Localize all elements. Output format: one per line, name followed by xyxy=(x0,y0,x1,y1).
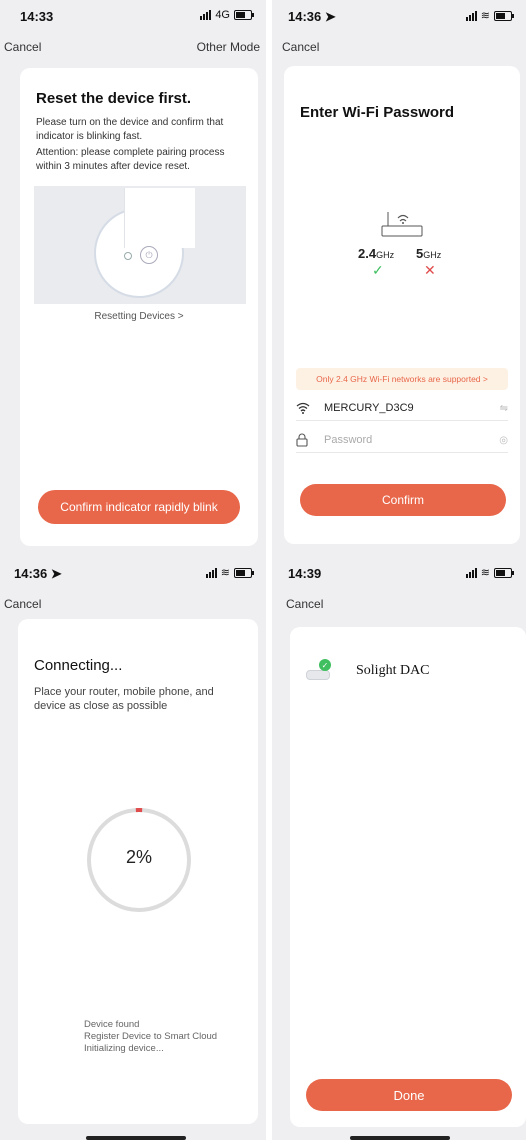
band-24: 2.4GHz xyxy=(358,246,394,261)
step-initializing: Initializing device... xyxy=(84,1043,164,1054)
cancel-button[interactable]: Cancel xyxy=(4,597,41,611)
checkmark-icon: ✓ xyxy=(372,262,384,278)
power-button-icon: ⏻ xyxy=(140,246,158,264)
wifi-icon xyxy=(296,402,316,414)
status-time: 14:36 ➤ xyxy=(14,566,62,581)
status-icons: 4G xyxy=(200,9,254,21)
band-24-unit: GHz xyxy=(376,250,395,260)
status-bar: 14:39 ≋ xyxy=(272,557,526,587)
band-5: 5GHz xyxy=(416,246,441,261)
connection-steps: Device found Register Device to Smart Cl… xyxy=(84,1019,254,1055)
battery-icon xyxy=(494,567,514,578)
device-thumbnail-icon: ✓ xyxy=(306,659,332,680)
resetting-devices-link[interactable]: Resetting Devices > xyxy=(20,311,258,322)
status-icons: ≋ xyxy=(205,566,254,579)
cancel-button[interactable]: Cancel xyxy=(286,597,323,611)
status-time: 14:33 xyxy=(20,9,54,24)
page-title: Connecting... xyxy=(34,657,123,674)
signal-icon xyxy=(200,10,212,20)
router-icon xyxy=(381,212,423,237)
reset-card: Reset the device first. Please turn on t… xyxy=(20,68,258,546)
indicator-light-icon xyxy=(124,252,132,260)
signal-icon xyxy=(465,10,477,21)
password-input[interactable]: Password xyxy=(324,434,372,446)
connecting-card: Connecting... Place your router, mobile … xyxy=(18,619,258,1124)
step-device-found: Device found xyxy=(84,1019,140,1030)
status-time: 14:36 ➤ xyxy=(288,9,336,24)
device-body xyxy=(124,188,195,248)
confirm-blink-button[interactable]: Confirm indicator rapidly blink xyxy=(38,490,240,524)
network-type: 4G xyxy=(215,9,230,21)
eye-icon[interactable]: ◎ xyxy=(499,435,508,446)
signal-icon xyxy=(465,567,477,578)
done-card: ✓ Solight DAC Done xyxy=(290,627,526,1127)
done-button[interactable]: Done xyxy=(306,1079,512,1111)
band-notice-banner[interactable]: Only 2.4 GHz Wi-Fi networks are supporte… xyxy=(296,368,508,390)
lock-icon xyxy=(296,433,316,447)
cross-icon: ✕ xyxy=(424,262,436,278)
status-bar: 14:36 ➤ ≋ xyxy=(0,557,266,587)
cancel-button[interactable]: Cancel xyxy=(282,40,319,54)
screen-reset-device: 14:33 4G Cancel Other Mode Reset the dev… xyxy=(0,0,266,555)
battery-icon xyxy=(494,10,514,21)
screen-done: 14:39 ≋ Cancel ✓ Solight DAC Done xyxy=(272,555,526,1140)
reset-attention: Attention: please complete pairing proce… xyxy=(36,147,225,172)
status-bar: 14:36 ➤ ≋ xyxy=(272,0,526,30)
battery-icon xyxy=(234,567,254,578)
status-icons: ≋ xyxy=(465,9,514,22)
signal-icon xyxy=(205,567,217,578)
reset-description: Please turn on the device and confirm th… xyxy=(36,117,224,142)
wifi-status-icon: ≋ xyxy=(220,567,230,579)
band-5-unit: GHz xyxy=(423,250,442,260)
wifi-card: Enter Wi-Fi Password 2.4GHz 5GHz ✓ ✕ Onl… xyxy=(284,66,520,544)
confirm-button[interactable]: Confirm xyxy=(300,484,506,516)
password-row[interactable]: Password ◎ xyxy=(296,428,508,453)
screen-wifi-password: 14:36 ➤ ≋ Cancel Enter Wi-Fi Password 2.… xyxy=(272,0,526,555)
success-badge-icon: ✓ xyxy=(319,659,331,671)
wifi-status-icon: ≋ xyxy=(480,567,490,579)
other-mode-button[interactable]: Other Mode xyxy=(197,40,260,54)
battery-icon xyxy=(234,10,254,20)
band-24-value: 2.4 xyxy=(358,246,377,261)
switch-network-icon[interactable]: ⇋ xyxy=(500,403,508,414)
step-register-cloud: Register Device to Smart Cloud xyxy=(84,1031,218,1042)
status-time: 14:39 xyxy=(288,566,322,581)
status-bar: 14:33 4G xyxy=(0,0,266,30)
home-indicator[interactable] xyxy=(86,1136,186,1140)
status-icons: ≋ xyxy=(465,566,514,579)
wifi-ssid: MERCURY_D3C9 xyxy=(324,402,414,414)
home-indicator[interactable] xyxy=(350,1136,450,1140)
band-notice-text: Only 2.4 GHz Wi-Fi networks are supporte… xyxy=(316,374,488,384)
page-title: Enter Wi-Fi Password xyxy=(300,104,455,121)
wifi-status-icon: ≋ xyxy=(480,10,490,22)
device-illustration: ⏻ xyxy=(34,186,246,304)
screen-connecting: 14:36 ➤ ≋ Cancel Connecting... Place you… xyxy=(0,555,266,1140)
device-name[interactable]: Solight DAC xyxy=(356,663,430,679)
cancel-button[interactable]: Cancel xyxy=(4,40,41,54)
wifi-ssid-row[interactable]: MERCURY_D3C9 ⇋ xyxy=(296,396,508,421)
page-title: Reset the device first. xyxy=(36,90,192,107)
connecting-description: Place your router, mobile phone, and dev… xyxy=(34,686,214,712)
progress-percent: 2% xyxy=(125,847,152,867)
